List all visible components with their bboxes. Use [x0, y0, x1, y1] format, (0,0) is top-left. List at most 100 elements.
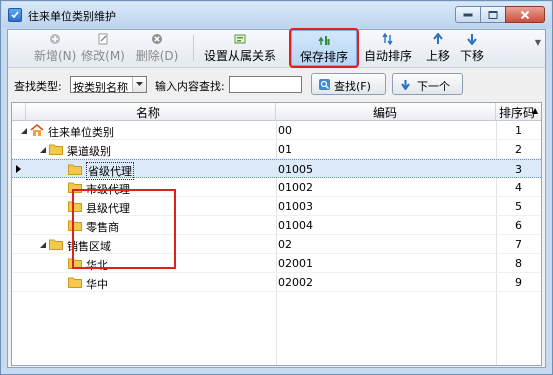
- row-code: 01: [278, 143, 292, 156]
- edit-button[interactable]: 修改(M): [80, 30, 126, 66]
- toolbar-overflow-icon[interactable]: ▼: [535, 38, 541, 47]
- row-code: 01004: [278, 219, 313, 232]
- chevron-down-icon: [136, 82, 143, 86]
- close-icon: [520, 10, 530, 19]
- grid-header: 名称 编码 排序码 ▲: [12, 103, 541, 121]
- annotation-highlight-box: [72, 189, 176, 269]
- header-indicator-cell: [12, 103, 26, 121]
- row-indicator: [12, 160, 26, 179]
- row-sort-code: 7: [515, 238, 522, 251]
- sort-ascending-icon: ▲: [532, 106, 539, 115]
- row-sort-code: 8: [515, 257, 522, 270]
- row-code: 01002: [278, 181, 313, 194]
- client-area: 新增(N) 修改(M) 删除(D) 设置从属关系 保存排序 自动排序 上移 下移…: [7, 28, 546, 368]
- toolbar: 新增(N) 修改(M) 删除(D) 设置从属关系 保存排序 自动排序 上移 下移…: [8, 28, 545, 68]
- add-button-label: 新增(N): [34, 49, 77, 63]
- edit-button-label: 修改(M): [81, 49, 125, 63]
- row-code: 02001: [278, 257, 313, 270]
- row-sort-code: 9: [515, 276, 522, 289]
- row-code: 00: [278, 124, 292, 137]
- set-hierarchy-button[interactable]: 设置从属关系: [198, 30, 282, 66]
- row-indicator: [12, 235, 26, 254]
- row-indicator: [12, 197, 26, 216]
- auto-sort-icon: [382, 33, 393, 45]
- hierarchy-icon: [234, 34, 246, 44]
- auto-sort-label: 自动排序: [363, 49, 412, 63]
- title-bar[interactable]: 往来单位类别维护: [2, 2, 551, 28]
- row-sort-code: 1: [515, 124, 522, 137]
- row-sort-code: 2: [515, 143, 522, 156]
- row-code: 01003: [278, 200, 313, 213]
- plus-circle-icon: [50, 34, 60, 44]
- search-type-label: 查找类型:: [14, 80, 62, 93]
- move-up-button[interactable]: 上移: [422, 30, 454, 66]
- row-indicator: [12, 254, 26, 273]
- row-indicator: [12, 216, 26, 235]
- row-indicator: [12, 140, 26, 159]
- folder-icon: [49, 144, 63, 155]
- folder-icon: [49, 239, 63, 250]
- row-name: 华中: [86, 278, 108, 291]
- tree-expand-icon[interactable]: [39, 241, 47, 249]
- folder-icon: [68, 277, 82, 288]
- delete-button-label: 删除(D): [135, 49, 179, 63]
- maximize-button[interactable]: [480, 6, 506, 23]
- window-title: 往来单位类别维护: [28, 10, 116, 23]
- find-button-label: 查找(F): [334, 80, 371, 93]
- move-up-icon: [433, 33, 443, 44]
- header-sort-label: 排序码: [499, 106, 536, 120]
- home-icon: [30, 124, 44, 136]
- search-type-value: 按类别名称: [73, 81, 128, 94]
- header-code[interactable]: 编码: [276, 103, 496, 121]
- set-hierarchy-label: 设置从属关系: [203, 49, 276, 63]
- move-down-button[interactable]: 下移: [456, 30, 488, 66]
- row-code: 02002: [278, 276, 313, 289]
- arrow-down-icon: [401, 80, 410, 90]
- row-code: 01005: [278, 163, 313, 176]
- row-sort-code: 6: [515, 219, 522, 232]
- next-button[interactable]: 下一个: [392, 73, 463, 95]
- edit-icon: [98, 33, 108, 45]
- search-type-select[interactable]: 按类别名称: [70, 76, 147, 94]
- delete-button[interactable]: 删除(D): [134, 30, 180, 66]
- add-button[interactable]: 新增(N): [34, 30, 76, 66]
- auto-sort-button[interactable]: 自动排序: [361, 30, 415, 66]
- app-window: 往来单位类别维护 新增(N) 修改(M) 删除(D) 设置从属关系 保存排序 自…: [0, 0, 553, 375]
- dropdown-arrow[interactable]: [132, 77, 146, 92]
- app-icon: [8, 8, 22, 22]
- delete-icon: [152, 34, 162, 44]
- move-down-icon: [467, 34, 477, 45]
- search-content-label: 输入内容查找:: [155, 80, 225, 93]
- row-sort-code: 3: [515, 163, 522, 176]
- table-row[interactable]: 省级代理 01005 3: [12, 159, 541, 180]
- header-name-label: 名称: [136, 106, 161, 120]
- table-row[interactable]: 往来单位类别 00 1: [12, 121, 541, 140]
- tree-expand-icon[interactable]: [39, 146, 47, 154]
- minimize-button[interactable]: [455, 6, 481, 23]
- header-code-label: 编码: [373, 106, 398, 120]
- next-button-label: 下一个: [417, 80, 450, 93]
- category-tree-grid: 名称 编码 排序码 ▲ 往来单位类别 00 1 渠道级别 01 2 省级代理 01005 3 市级…: [11, 102, 542, 366]
- row-indicator: [12, 178, 26, 197]
- table-row[interactable]: 华中 02002 9: [12, 273, 541, 292]
- minimize-icon: [463, 13, 473, 16]
- save-sort-button[interactable]: 保存排序: [289, 28, 359, 68]
- close-button[interactable]: [505, 6, 545, 23]
- search-icon: [319, 79, 330, 90]
- row-indicator: [12, 273, 26, 292]
- row-sort-code: 5: [515, 200, 522, 213]
- row-name: 往来单位类别: [48, 126, 114, 139]
- table-row[interactable]: 渠道级别 01 2: [12, 140, 541, 159]
- save-sort-icon: [318, 36, 330, 45]
- search-bar: 查找类型: 按类别名称 输入内容查找: 查找(F) 下一个: [8, 68, 545, 100]
- header-name[interactable]: 名称: [26, 103, 276, 121]
- save-sort-label: 保存排序: [299, 50, 348, 64]
- tree-expand-icon[interactable]: [20, 127, 28, 135]
- find-button[interactable]: 查找(F): [311, 73, 386, 95]
- header-sort[interactable]: 排序码 ▲: [496, 103, 541, 121]
- folder-icon: [68, 164, 82, 175]
- search-input[interactable]: [229, 76, 302, 93]
- move-down-label: 下移: [459, 49, 484, 63]
- move-up-label: 上移: [425, 49, 450, 63]
- current-row-icon: [16, 165, 21, 173]
